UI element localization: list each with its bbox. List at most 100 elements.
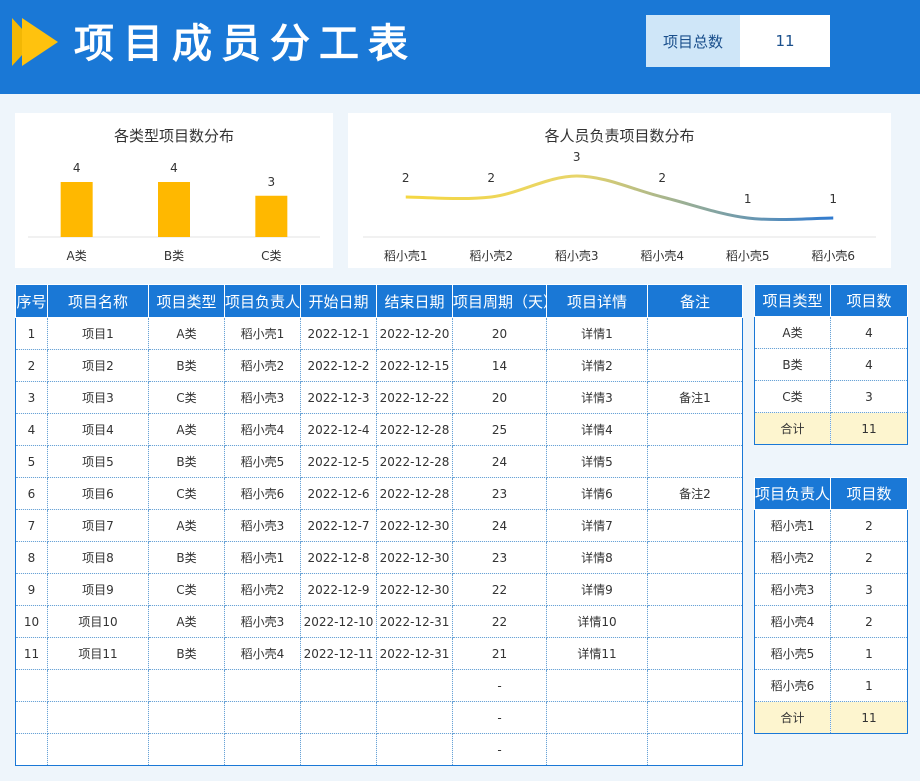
table-cell[interactable]: 1: [15, 317, 48, 350]
table-cell[interactable]: -: [452, 669, 547, 702]
table-cell[interactable]: 1: [830, 637, 908, 670]
table-cell[interactable]: C类: [148, 573, 225, 606]
total-cell[interactable]: 11: [830, 701, 908, 734]
table-cell[interactable]: 2022-12-5: [300, 445, 377, 478]
table-cell[interactable]: [647, 509, 743, 542]
table-cell[interactable]: 稻小壳1: [224, 317, 301, 350]
table-cell[interactable]: 9: [15, 573, 48, 606]
table-cell[interactable]: [546, 701, 648, 734]
table-cell[interactable]: 2022-12-1: [300, 317, 377, 350]
table-cell[interactable]: 2022-12-7: [300, 509, 377, 542]
table-cell[interactable]: 22: [452, 573, 547, 606]
table-cell[interactable]: 3: [830, 573, 908, 606]
table-cell[interactable]: 稻小壳5: [224, 445, 301, 478]
table-cell[interactable]: 稻小壳3: [224, 605, 301, 638]
table-cell[interactable]: 2022-12-28: [376, 477, 453, 510]
table-cell[interactable]: [546, 669, 648, 702]
table-cell[interactable]: 21: [452, 637, 547, 670]
table-cell[interactable]: 4: [830, 348, 908, 381]
table-cell[interactable]: 详情7: [546, 509, 648, 542]
table-cell[interactable]: [647, 669, 743, 702]
table-cell[interactable]: 稻小壳3: [224, 509, 301, 542]
table-cell[interactable]: 稻小壳3: [754, 573, 831, 606]
table-cell[interactable]: 详情4: [546, 413, 648, 446]
table-cell[interactable]: 8: [15, 541, 48, 574]
table-cell[interactable]: 详情5: [546, 445, 648, 478]
table-cell[interactable]: [224, 701, 301, 734]
table-cell[interactable]: 详情11: [546, 637, 648, 670]
table-cell[interactable]: 4: [15, 413, 48, 446]
table-cell[interactable]: [15, 733, 48, 766]
total-cell[interactable]: 合计: [754, 701, 831, 734]
table-cell[interactable]: [647, 413, 743, 446]
table-cell[interactable]: 23: [452, 477, 547, 510]
table-cell[interactable]: 2022-12-30: [376, 541, 453, 574]
table-cell[interactable]: 14: [452, 349, 547, 382]
table-cell[interactable]: 稻小壳4: [224, 637, 301, 670]
table-cell[interactable]: 详情9: [546, 573, 648, 606]
table-cell[interactable]: [15, 669, 48, 702]
table-cell[interactable]: 稻小壳2: [224, 573, 301, 606]
table-cell[interactable]: [647, 637, 743, 670]
table-cell[interactable]: 稻小壳4: [224, 413, 301, 446]
table-cell[interactable]: [647, 733, 743, 766]
table-cell[interactable]: 项目2: [47, 349, 149, 382]
table-cell[interactable]: 稻小壳6: [754, 669, 831, 702]
table-cell[interactable]: 项目9: [47, 573, 149, 606]
table-cell[interactable]: C类: [754, 380, 831, 413]
table-cell[interactable]: C类: [148, 477, 225, 510]
table-cell[interactable]: [148, 701, 225, 734]
table-cell[interactable]: 详情3: [546, 381, 648, 414]
table-cell[interactable]: B类: [148, 637, 225, 670]
table-cell[interactable]: 详情6: [546, 477, 648, 510]
table-cell[interactable]: A类: [754, 316, 831, 349]
table-cell[interactable]: 项目8: [47, 541, 149, 574]
table-cell[interactable]: 稻小壳3: [224, 381, 301, 414]
table-cell[interactable]: 备注1: [647, 381, 743, 414]
table-cell[interactable]: 稻小壳2: [224, 349, 301, 382]
table-cell[interactable]: 6: [15, 477, 48, 510]
table-cell[interactable]: [47, 733, 149, 766]
table-cell[interactable]: 2022-12-20: [376, 317, 453, 350]
table-cell[interactable]: B类: [148, 349, 225, 382]
table-cell[interactable]: [647, 573, 743, 606]
table-cell[interactable]: -: [452, 701, 547, 734]
table-cell[interactable]: [376, 669, 453, 702]
table-cell[interactable]: [148, 733, 225, 766]
table-cell[interactable]: [647, 317, 743, 350]
table-cell[interactable]: -: [452, 733, 547, 766]
table-cell[interactable]: [300, 701, 377, 734]
table-cell[interactable]: 2022-12-3: [300, 381, 377, 414]
table-cell[interactable]: 2022-12-22: [376, 381, 453, 414]
table-cell[interactable]: 24: [452, 445, 547, 478]
table-cell[interactable]: 2022-12-11: [300, 637, 377, 670]
table-cell[interactable]: 10: [15, 605, 48, 638]
table-cell[interactable]: 2022-12-2: [300, 349, 377, 382]
table-cell[interactable]: 2: [830, 541, 908, 574]
table-cell[interactable]: [647, 605, 743, 638]
table-cell[interactable]: 项目10: [47, 605, 149, 638]
table-cell[interactable]: 详情8: [546, 541, 648, 574]
table-cell[interactable]: 稻小壳1: [224, 541, 301, 574]
table-cell[interactable]: 1: [830, 669, 908, 702]
table-cell[interactable]: 2: [15, 349, 48, 382]
table-cell[interactable]: 22: [452, 605, 547, 638]
table-cell[interactable]: B类: [148, 541, 225, 574]
table-cell[interactable]: 详情1: [546, 317, 648, 350]
table-cell[interactable]: 11: [15, 637, 48, 670]
table-cell[interactable]: 详情2: [546, 349, 648, 382]
table-cell[interactable]: 20: [452, 317, 547, 350]
table-cell[interactable]: 7: [15, 509, 48, 542]
table-cell[interactable]: 3: [15, 381, 48, 414]
table-cell[interactable]: 20: [452, 381, 547, 414]
table-cell[interactable]: 2022-12-30: [376, 573, 453, 606]
table-cell[interactable]: 项目3: [47, 381, 149, 414]
table-cell[interactable]: [300, 669, 377, 702]
table-cell[interactable]: [47, 701, 149, 734]
table-cell[interactable]: 稻小壳5: [754, 637, 831, 670]
table-cell[interactable]: 2: [830, 605, 908, 638]
table-cell[interactable]: 2022-12-31: [376, 637, 453, 670]
table-cell[interactable]: 2022-12-15: [376, 349, 453, 382]
table-cell[interactable]: 4: [830, 316, 908, 349]
table-cell[interactable]: [647, 541, 743, 574]
